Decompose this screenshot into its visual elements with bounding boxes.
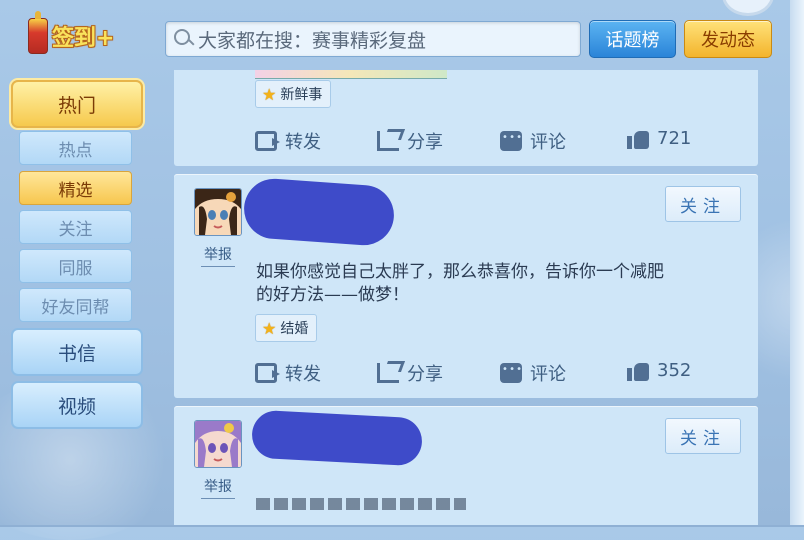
comment-label: 评论 bbox=[530, 364, 566, 385]
comment-button[interactable]: 评论 bbox=[500, 128, 566, 154]
like-count: 352 bbox=[657, 360, 692, 381]
search-input[interactable]: 大家都在搜：赛事精彩复盘 bbox=[165, 21, 581, 57]
sidebar-item-mail[interactable]: 书信 bbox=[11, 328, 143, 376]
window-frame-edge bbox=[790, 0, 804, 527]
search-icon bbox=[170, 26, 196, 52]
lantern-icon bbox=[28, 11, 48, 54]
like-icon bbox=[627, 361, 649, 381]
post-actions: 转发 分享 评论 352 bbox=[174, 360, 758, 390]
sidebar-item-featured[interactable]: 精选 bbox=[19, 171, 132, 205]
share-button[interactable]: 分享 bbox=[377, 128, 443, 154]
forward-label: 转发 bbox=[285, 132, 321, 153]
search-placeholder: 大家都在搜：赛事精彩复盘 bbox=[198, 29, 427, 52]
sidebar: 热门 热点 精选 关注 同服 好友同帮 书信 视频 bbox=[0, 74, 150, 527]
feed-list[interactable]: ★ 新鲜事 转发 分享 评论 721 bbox=[174, 70, 758, 527]
redacted-username bbox=[250, 409, 424, 467]
like-icon bbox=[627, 129, 649, 149]
topic-rank-button[interactable]: 话题榜 bbox=[589, 20, 676, 58]
post-text: 如果你感觉自己太胖了，那么恭喜你，告诉你一个减肥 的好方法——做梦！ bbox=[256, 261, 736, 307]
like-count: 721 bbox=[657, 128, 692, 149]
share-icon bbox=[377, 363, 399, 383]
sidebar-item-friends-guild[interactable]: 好友同帮 bbox=[19, 288, 132, 322]
star-icon: ★ bbox=[262, 84, 277, 104]
report-link[interactable]: 举报 bbox=[201, 244, 235, 267]
forward-button[interactable]: 转发 bbox=[255, 128, 321, 154]
avatar[interactable] bbox=[194, 420, 242, 468]
share-label: 分享 bbox=[407, 364, 443, 385]
close-circle-button[interactable] bbox=[722, 0, 774, 16]
signin-label: 签到+ bbox=[52, 26, 115, 51]
star-icon: ★ bbox=[262, 318, 277, 338]
sidebar-item-video[interactable]: 视频 bbox=[11, 381, 143, 429]
share-icon bbox=[377, 131, 399, 151]
like-button[interactable]: 352 bbox=[627, 360, 691, 381]
post-tag[interactable]: ★ 结婚 bbox=[255, 314, 318, 342]
post-text-line: 的好方法——做梦！ bbox=[256, 285, 409, 305]
avatar[interactable] bbox=[194, 188, 242, 236]
top-bar: 签到+ 大家都在搜：赛事精彩复盘 话题榜 发动态 bbox=[0, 0, 804, 70]
post-tag-label: 新鲜事 bbox=[280, 87, 323, 103]
sidebar-item-same-server[interactable]: 同服 bbox=[19, 249, 132, 283]
post-text-line: 如果你感觉自己太胖了，那么恭喜你，告诉你一个减肥 bbox=[256, 262, 664, 282]
share-button[interactable]: 分享 bbox=[377, 360, 443, 386]
comment-icon bbox=[500, 363, 522, 383]
post-tag-label: 结婚 bbox=[280, 321, 309, 337]
comment-label: 评论 bbox=[530, 132, 566, 153]
comment-button[interactable]: 评论 bbox=[500, 360, 566, 386]
follow-button[interactable]: 关注 bbox=[665, 186, 741, 222]
signin-button[interactable]: 签到+ bbox=[28, 11, 115, 54]
sidebar-item-hotspot[interactable]: 热点 bbox=[19, 131, 132, 165]
post-card: ★ 新鲜事 转发 分享 评论 721 bbox=[174, 70, 758, 166]
sidebar-item-hot[interactable]: 热门 bbox=[11, 80, 143, 128]
post-actions: 转发 分享 评论 721 bbox=[174, 128, 758, 158]
like-button[interactable]: 721 bbox=[627, 128, 691, 149]
report-link[interactable]: 举报 bbox=[201, 476, 235, 499]
sidebar-item-follow[interactable]: 关注 bbox=[19, 210, 132, 244]
forward-icon bbox=[255, 363, 280, 383]
redacted-username bbox=[242, 176, 396, 248]
post-card: 举报 关注 如果你感觉自己太胖了，那么恭喜你，告诉你一个减肥 的好方法——做梦！… bbox=[174, 174, 758, 398]
forward-button[interactable]: 转发 bbox=[255, 360, 321, 386]
comment-icon bbox=[500, 131, 522, 151]
forward-icon bbox=[255, 131, 280, 151]
forward-label: 转发 bbox=[285, 364, 321, 385]
post-card: 举报 关注 bbox=[174, 406, 758, 527]
post-tag[interactable]: ★ 新鲜事 bbox=[255, 80, 332, 108]
post-image bbox=[255, 70, 447, 79]
post-text-cut bbox=[256, 498, 466, 510]
post-status-button[interactable]: 发动态 bbox=[684, 20, 772, 58]
follow-button[interactable]: 关注 bbox=[665, 418, 741, 454]
share-label: 分享 bbox=[407, 132, 443, 153]
